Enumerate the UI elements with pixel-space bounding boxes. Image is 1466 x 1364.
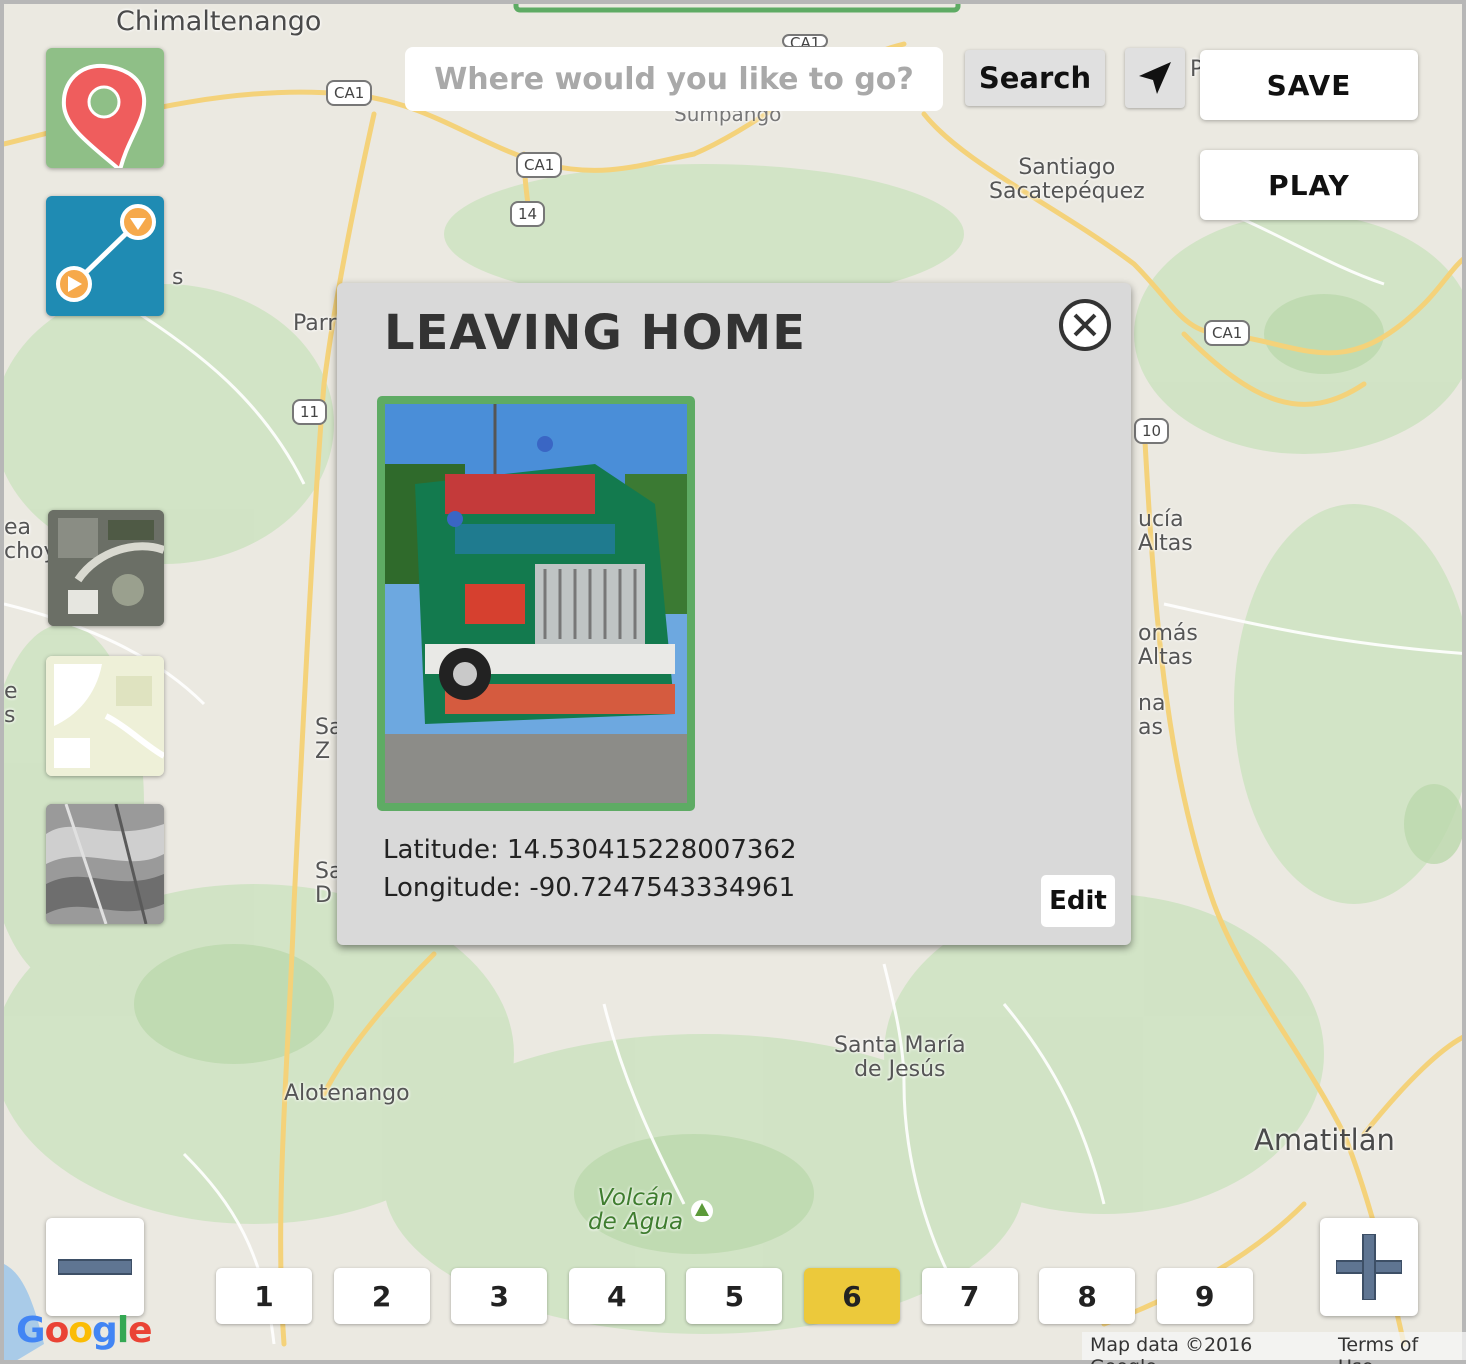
save-button[interactable]: SAVE	[1200, 50, 1418, 120]
page-button-4[interactable]: 4	[568, 1268, 665, 1324]
draw-route-tool[interactable]	[46, 196, 164, 316]
plus-icon	[1336, 1234, 1402, 1300]
place-label-chimaltenango: Chimaltenango	[116, 6, 322, 37]
location-popup: LEAVING HOME Latitude: 14.53041522800736…	[337, 283, 1131, 945]
place-label-amatitlan: Amatitlán	[1254, 1123, 1395, 1157]
road-shield-14: 14	[510, 201, 546, 227]
place-label-e: e s	[4, 679, 18, 728]
roadmap-icon	[46, 656, 164, 776]
close-icon	[1073, 313, 1097, 337]
zoom-out-button[interactable]	[46, 1218, 144, 1316]
satellite-view-button[interactable]	[48, 510, 164, 626]
minus-icon	[58, 1259, 132, 1275]
page-button-7[interactable]: 7	[921, 1268, 1018, 1324]
place-label-santa-maria: Santa María de Jesús	[834, 1033, 966, 1082]
road-shield-ca1: CA1	[782, 34, 829, 48]
road-shield-ca1: CA1	[326, 80, 373, 106]
page-button-2[interactable]: 2	[333, 1268, 430, 1324]
place-label-lucia: ucía Altas	[1138, 507, 1193, 556]
place-label-na-as: na as	[1138, 691, 1166, 740]
page-button-1[interactable]: 1	[216, 1268, 312, 1324]
locate-me-button[interactable]	[1125, 48, 1185, 108]
place-label-volcan: Volcán de Agua	[588, 1185, 684, 1235]
play-button[interactable]: PLAY	[1200, 150, 1418, 220]
terrain-icon	[46, 804, 164, 924]
place-label-parr: Parr	[293, 311, 337, 336]
zoom-in-button[interactable]	[1320, 1218, 1418, 1316]
road-shield-ca1: CA1	[516, 152, 563, 178]
add-marker-tool[interactable]	[46, 48, 164, 168]
terms-link[interactable]: Terms of Use	[1330, 1332, 1466, 1364]
map-attribution: Map data ©2016 Google Terms of Use	[1082, 1332, 1466, 1364]
terrain-view-button[interactable]	[46, 804, 164, 924]
road-shield-ca1: CA1	[1204, 320, 1251, 346]
locate-arrow-icon	[1139, 62, 1171, 94]
page-button-5[interactable]: 5	[686, 1268, 783, 1324]
edit-button[interactable]: Edit	[1041, 875, 1115, 927]
page-selector: 123456789	[216, 1268, 1274, 1324]
map-marker-icon	[61, 63, 147, 168]
search-button[interactable]: Search	[965, 50, 1105, 106]
place-label-alotenango: Alotenango	[284, 1081, 410, 1106]
page-button-9[interactable]: 9	[1156, 1268, 1253, 1324]
place-label-s: s	[172, 265, 184, 290]
page-button-8[interactable]: 8	[1039, 1268, 1136, 1324]
popup-title: LEAVING HOME	[384, 305, 807, 361]
google-logo: Google	[16, 1310, 153, 1351]
latitude-text: Latitude: 14.530415228007362	[383, 835, 797, 865]
road-shield-11: 11	[292, 399, 328, 425]
place-label-santiago: Santiago Sacatepéquez	[989, 155, 1145, 204]
page-button-3[interactable]: 3	[451, 1268, 548, 1324]
photo-thumbnail[interactable]	[377, 396, 695, 811]
page-button-6[interactable]: 6	[803, 1268, 900, 1324]
satellite-icon	[48, 510, 164, 626]
route-icon	[56, 204, 156, 302]
roadmap-view-button[interactable]	[46, 656, 164, 776]
bus-photo	[385, 404, 687, 803]
search-input[interactable]	[405, 47, 943, 111]
road-shield-10: 10	[1134, 418, 1170, 444]
map-data-text: Map data ©2016 Google	[1090, 1334, 1253, 1364]
longitude-text: Longitude: -90.7247543334961	[383, 873, 796, 903]
place-label-tomas: omás Altas	[1138, 621, 1198, 670]
close-button[interactable]	[1059, 299, 1111, 351]
